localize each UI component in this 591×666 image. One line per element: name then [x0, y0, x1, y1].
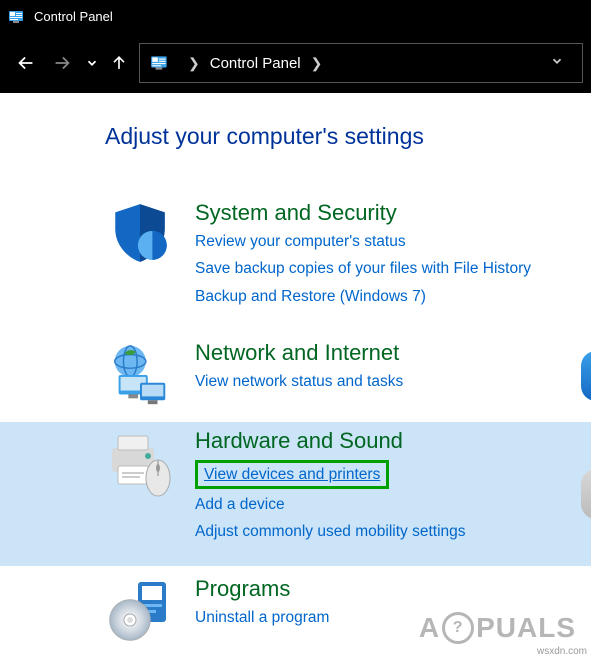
page-heading: Adjust your computer's settings: [105, 123, 591, 150]
window-title: Control Panel: [34, 9, 113, 24]
category-network-internet: Network and Internet View network status…: [0, 330, 591, 422]
control-panel-title-icon: [8, 8, 26, 26]
printer-mouse-icon: [100, 428, 180, 500]
watermark-suffix: PUALS: [476, 612, 576, 644]
disc-box-icon: [100, 576, 180, 648]
link-backup-restore[interactable]: Backup and Restore (Windows 7): [195, 285, 571, 308]
watermark-prefix: A: [419, 612, 440, 644]
breadcrumb-dropdown-button[interactable]: [542, 54, 572, 72]
category-title[interactable]: Network and Internet: [195, 340, 399, 366]
breadcrumb-chevron-icon[interactable]: ❯: [311, 55, 323, 72]
watermark-circle-icon: ?: [442, 612, 474, 644]
category-system-security: System and Security Review your computer…: [0, 190, 591, 330]
link-mobility-settings[interactable]: Adjust commonly used mobility settings: [195, 520, 571, 543]
forward-button[interactable]: [44, 45, 80, 81]
content-area: Adjust your computer's settings System a…: [0, 93, 591, 666]
title-bar: Control Panel: [0, 0, 591, 33]
partial-icon-edge: [581, 469, 591, 519]
network-globe-icon: [100, 340, 180, 412]
category-title[interactable]: Hardware and Sound: [195, 428, 403, 454]
recent-locations-button[interactable]: [80, 45, 104, 81]
category-title[interactable]: System and Security: [195, 200, 397, 226]
link-add-device[interactable]: Add a device: [195, 493, 571, 516]
breadcrumb-item[interactable]: Control Panel: [210, 55, 301, 72]
navigation-bar: ❯ Control Panel ❯: [0, 33, 591, 93]
back-button[interactable]: [8, 45, 44, 81]
link-network-status[interactable]: View network status and tasks: [195, 370, 571, 393]
watermark-logo: A ? PUALS: [419, 612, 576, 644]
link-file-history[interactable]: Save backup copies of your files with Fi…: [195, 257, 571, 280]
category-title[interactable]: Programs: [195, 576, 290, 602]
breadcrumb-bar[interactable]: ❯ Control Panel ❯: [139, 43, 583, 83]
shield-icon: [100, 200, 180, 272]
category-hardware-sound: Hardware and Sound View devices and prin…: [0, 422, 591, 566]
control-panel-breadcrumb-icon: [150, 53, 170, 73]
attribution-text: wsxdn.com: [537, 646, 587, 657]
link-review-status[interactable]: Review your computer's status: [195, 230, 571, 253]
up-button[interactable]: [104, 45, 134, 81]
partial-icon-edge: [581, 351, 591, 401]
breadcrumb-chevron-icon[interactable]: ❯: [188, 55, 200, 72]
link-view-devices-printers[interactable]: View devices and printers: [195, 460, 389, 489]
